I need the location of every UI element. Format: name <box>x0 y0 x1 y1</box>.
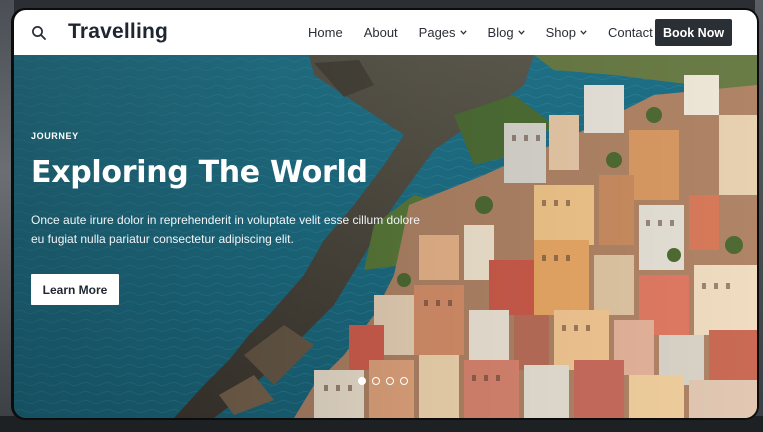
hero-kicker: JOURNEY <box>31 131 79 141</box>
hero-title: Exploring The World <box>31 155 368 190</box>
hero-description: Once aute irure dolor in reprehenderit i… <box>31 213 420 246</box>
chevron-down-icon <box>459 30 467 35</box>
nav-item-label: About <box>363 25 398 40</box>
brand-logo[interactable]: Travelling <box>68 20 168 44</box>
nav-item-label: Blog <box>487 25 514 40</box>
website-screen: Travelling Home About Pages Blog Shop Co… <box>14 10 757 418</box>
main-menu: Home About Pages Blog Shop Contact <box>308 10 674 55</box>
nav-item-contact[interactable]: Contact <box>608 25 653 40</box>
nav-item-shop[interactable]: Shop <box>546 25 587 40</box>
nav-item-pages[interactable]: Pages <box>419 25 467 40</box>
nav-item-label: Home <box>308 25 343 40</box>
chevron-down-icon <box>580 30 587 35</box>
nav-item-label: Contact <box>607 25 653 40</box>
nav-item-about[interactable]: About <box>364 25 398 40</box>
nav-item-home[interactable]: Home <box>308 25 343 40</box>
slide-dot-1[interactable] <box>358 377 366 385</box>
learn-more-button[interactable]: Learn More <box>31 274 119 305</box>
slide-dot-4[interactable] <box>400 377 408 385</box>
nav-item-blog[interactable]: Blog <box>488 25 525 40</box>
nav-item-label: Pages <box>418 25 456 40</box>
slide-dot-3[interactable] <box>386 377 394 385</box>
top-navbar: Travelling Home About Pages Blog Shop Co… <box>14 10 757 55</box>
nav-item-label: Shop <box>545 25 576 40</box>
search-icon[interactable] <box>31 25 47 41</box>
hero-slider: JOURNEY Exploring The World Once aute ir… <box>14 55 757 418</box>
chevron-down-icon <box>517 30 525 35</box>
slider-pagination <box>358 377 414 385</box>
slide-dot-2[interactable] <box>372 377 380 385</box>
book-now-button[interactable]: Book Now <box>655 19 732 46</box>
